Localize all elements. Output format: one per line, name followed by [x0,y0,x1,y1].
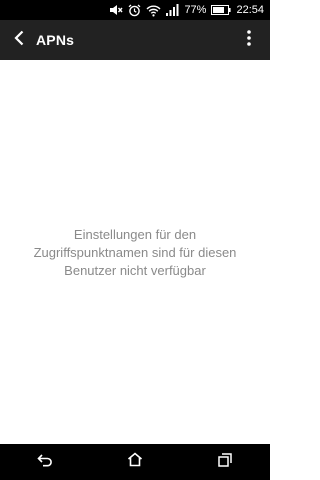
nav-home-button[interactable] [105,444,165,480]
recents-icon [218,452,232,472]
battery-percent: 77% [184,4,207,16]
page-title: APNs [36,32,75,48]
mute-icon [109,4,123,16]
clock: 22:54 [236,4,264,16]
overflow-menu-button[interactable] [236,20,262,60]
app-bar: APNs [0,20,270,60]
navigation-bar [0,444,270,480]
home-icon [127,452,143,472]
nav-back-button[interactable] [15,444,75,480]
status-bar: 77% 22:54 [0,0,270,20]
empty-state-message: Einstellungen für den Zugriffspunktnamen… [33,227,237,278]
back-button[interactable] [2,20,36,60]
wifi-icon [146,4,161,17]
nav-recents-button[interactable] [195,444,255,480]
back-arrow-icon [13,30,25,51]
back-icon [37,453,53,472]
content-area: Einstellungen für den Zugriffspunktnamen… [0,60,270,444]
battery-icon [211,5,232,15]
signal-icon [166,4,179,16]
alarm-icon [128,4,141,17]
overflow-menu-icon [247,29,251,51]
